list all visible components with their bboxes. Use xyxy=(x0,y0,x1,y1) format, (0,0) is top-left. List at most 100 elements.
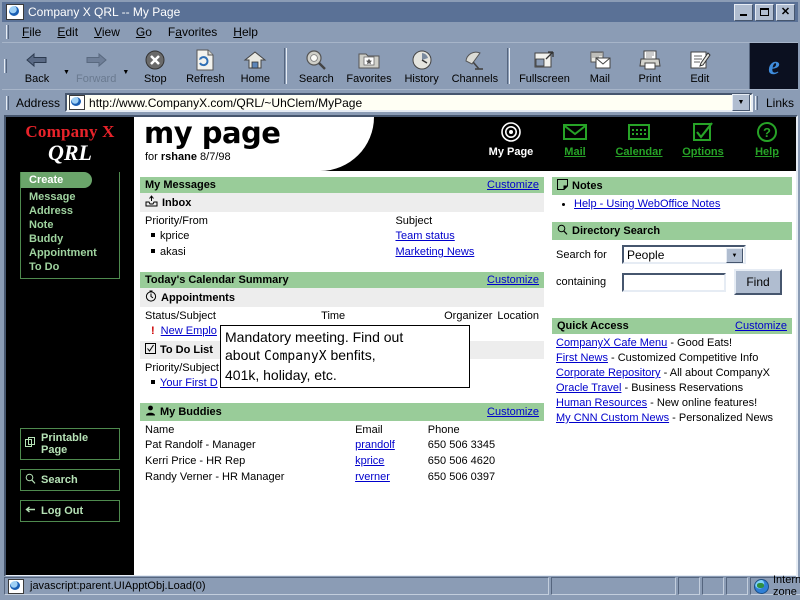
channels-satellite-icon xyxy=(463,48,487,72)
window-title: Company X QRL -- My Page xyxy=(28,5,181,19)
menu-edit[interactable]: Edit xyxy=(49,23,86,41)
minimize-button[interactable] xyxy=(734,3,753,21)
inbox-label: Inbox xyxy=(162,196,192,209)
status-spacer-2 xyxy=(702,577,724,595)
quick-link-2[interactable]: Corporate Repository xyxy=(556,367,661,379)
sidebar-item-appointment[interactable]: Appointment xyxy=(29,246,119,260)
sidebar-item-note[interactable]: Note xyxy=(29,218,119,232)
history-clock-icon xyxy=(411,48,433,72)
toolbar-edit-button[interactable]: Edit xyxy=(675,46,725,86)
toolbar-stop-button[interactable]: Stop xyxy=(130,46,180,86)
menu-grip[interactable] xyxy=(6,25,9,39)
quick-link-1[interactable]: First News xyxy=(556,352,608,364)
nav-mail[interactable]: Mail xyxy=(550,119,600,158)
buddy-email-cell: prandolf xyxy=(350,437,423,453)
buddy-name-0: Pat Randolf - Manager xyxy=(145,439,256,451)
menu-help[interactable]: Help xyxy=(225,23,266,41)
message-subject-1[interactable]: Marketing News xyxy=(395,246,474,258)
sidebar-search-button[interactable]: Search xyxy=(20,469,120,491)
refresh-icon xyxy=(195,48,215,72)
customize-link-quick-access[interactable]: Customize xyxy=(735,320,787,332)
customize-link-buddies[interactable]: Customize xyxy=(487,406,539,418)
quick-link-0[interactable]: CompanyX Cafe Menu xyxy=(556,337,667,349)
logout-button[interactable]: Log Out xyxy=(20,500,120,522)
quick-link-5[interactable]: My CNN Custom News xyxy=(556,412,669,424)
buddies-table: Name Email Phone Pat Randolf - Manager p… xyxy=(140,421,544,485)
appt-subject-0[interactable]: New Emplo xyxy=(161,325,217,337)
nav-calendar[interactable]: Calendar xyxy=(614,119,664,158)
address-dropdown-arrow-icon[interactable]: ▼ xyxy=(731,94,750,111)
calendar-summary-header: Today's Calendar Summary Customize xyxy=(140,272,544,288)
toolbar-fullscreen-button[interactable]: Fullscreen xyxy=(514,46,575,86)
search-for-select[interactable]: People ▼ xyxy=(622,245,746,264)
close-button[interactable]: ✕ xyxy=(776,3,795,21)
menu-file[interactable]: File xyxy=(14,23,49,41)
toolbar-search-button[interactable]: Search xyxy=(291,46,341,86)
chevron-down-icon[interactable]: ▼ xyxy=(726,248,743,263)
toolbar-mail-button[interactable]: Mail xyxy=(575,46,625,86)
sidebar-item-buddy[interactable]: Buddy xyxy=(29,232,119,246)
notes-list: Help - Using WebOffice Notes xyxy=(552,198,792,210)
directory-search-title: Directory Search xyxy=(572,225,661,237)
nav-options[interactable]: Options xyxy=(678,119,728,158)
nav-my-page[interactable]: My Page xyxy=(486,119,536,158)
appt-col-time: Time xyxy=(321,310,346,322)
my-messages-title: My Messages xyxy=(145,179,216,191)
quick-link-4[interactable]: Human Resources xyxy=(556,397,647,409)
bullet-icon xyxy=(151,380,155,385)
nav-help[interactable]: ? Help xyxy=(742,119,792,158)
toolbar-home-button[interactable]: Home xyxy=(230,46,280,86)
find-button[interactable]: Find xyxy=(734,269,782,295)
sidebar-item-message[interactable]: Message xyxy=(29,190,119,204)
buddy-email-cell: rverner xyxy=(350,469,423,485)
checkbox-icon xyxy=(692,119,714,145)
toolbar-print-button[interactable]: Print xyxy=(625,46,675,86)
message-subject-0[interactable]: Team status xyxy=(395,230,454,242)
toolbar-channels-label: Channels xyxy=(451,73,499,85)
todo-subject-0[interactable]: Your First D xyxy=(160,377,218,389)
buddy-email-1[interactable]: kprice xyxy=(355,455,384,467)
menu-favorites[interactable]: Favorites xyxy=(160,23,225,41)
toolbar-back-button[interactable]: Back xyxy=(12,46,62,86)
customize-link-messages[interactable]: Customize xyxy=(487,179,539,191)
sidebar-item-address[interactable]: Address xyxy=(29,204,119,218)
notes-header: Notes xyxy=(552,177,792,195)
maximize-button[interactable] xyxy=(755,3,774,21)
browser-toolbar: Back ▼ Forward ▼ Stop Refresh Home Searc… xyxy=(2,42,798,89)
svg-text:?: ? xyxy=(763,125,771,140)
messages-header-row: Priority/From Subject xyxy=(140,212,544,228)
links-button[interactable]: Links xyxy=(753,95,798,110)
toolbar-refresh-button[interactable]: Refresh xyxy=(180,46,230,86)
customize-link-calendar[interactable]: Customize xyxy=(487,274,539,286)
status-message: javascript:parent.UIApptObj.Load(0) xyxy=(30,580,206,592)
address-input[interactable]: http://www.CompanyX.com/QRL/~UhClem/MyPa… xyxy=(65,93,753,112)
toolbar-search-label: Search xyxy=(298,73,334,85)
toolbar-history-button[interactable]: History xyxy=(397,46,447,86)
back-dropdown-arrow-icon[interactable]: ▼ xyxy=(62,57,71,76)
toolbar-channels-button[interactable]: Channels xyxy=(447,46,503,86)
toolbar-forward-button[interactable]: Forward xyxy=(71,46,121,86)
containing-input[interactable] xyxy=(622,272,726,292)
links-grip[interactable] xyxy=(754,95,758,110)
quick-link-3[interactable]: Oracle Travel xyxy=(556,382,621,394)
forward-dropdown-arrow-icon[interactable]: ▼ xyxy=(121,57,130,76)
toolbar-grip[interactable] xyxy=(4,59,7,73)
list-item: Corporate Repository - All about Company… xyxy=(556,366,788,381)
buddy-email-2[interactable]: rverner xyxy=(355,471,390,483)
menu-view[interactable]: View xyxy=(86,23,128,41)
quick-desc-0: - Good Eats! xyxy=(667,337,733,349)
sidebar-search-label: Search xyxy=(41,474,78,486)
quick-desc-4: - New online features! xyxy=(647,397,758,409)
toolbar-fullscreen-label: Fullscreen xyxy=(519,73,570,85)
logout-label: Log Out xyxy=(41,505,84,517)
buddy-phone-2: 650 506 0397 xyxy=(427,471,496,483)
message-from-0: kprice xyxy=(160,230,190,242)
note-link-0[interactable]: Help - Using WebOffice Notes xyxy=(574,198,720,210)
menu-go[interactable]: Go xyxy=(128,23,160,41)
address-grip[interactable] xyxy=(6,95,9,110)
toolbar-favorites-button[interactable]: Favorites xyxy=(341,46,396,86)
forward-arrow-icon xyxy=(83,48,109,72)
printable-page-button[interactable]: Printable Page xyxy=(20,428,120,460)
sidebar-item-todo[interactable]: To Do xyxy=(29,260,119,274)
buddy-email-0[interactable]: prandolf xyxy=(355,439,395,451)
